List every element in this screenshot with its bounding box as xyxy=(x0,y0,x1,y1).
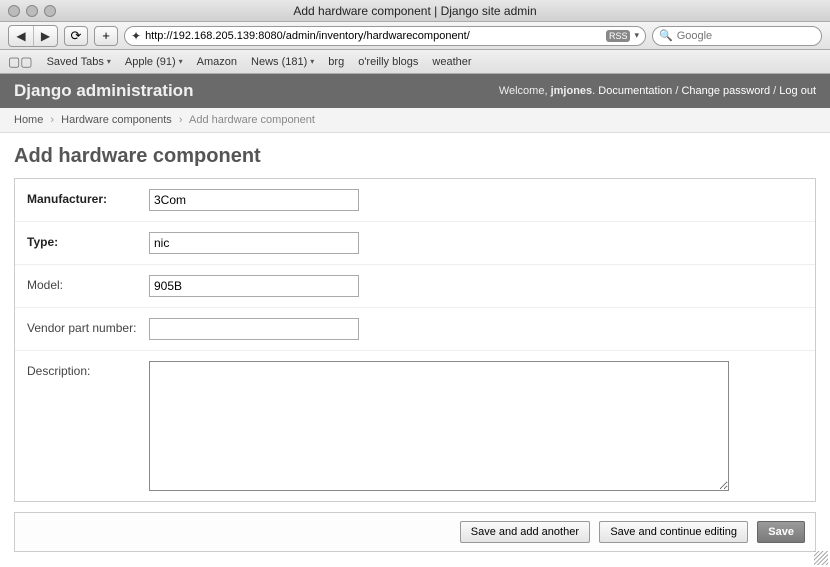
chevron-down-icon: ▾ xyxy=(107,57,111,66)
nav-buttons: ◀ ▶ xyxy=(8,25,58,47)
url-bar[interactable]: ✦ RSS ▾ xyxy=(124,26,646,46)
welcome-text: Welcome, xyxy=(499,85,551,97)
site-title: Django administration xyxy=(14,81,193,101)
window-resize-handle[interactable] xyxy=(814,551,828,565)
zoom-icon[interactable] xyxy=(44,5,56,17)
bookmark-amazon[interactable]: Amazon xyxy=(197,56,237,68)
save-button[interactable] xyxy=(757,521,805,543)
close-icon[interactable] xyxy=(8,5,20,17)
bookmark-weather[interactable]: weather xyxy=(432,56,471,68)
submit-row xyxy=(14,512,816,552)
input-type[interactable] xyxy=(149,232,359,254)
window-title: Add hardware component | Django site adm… xyxy=(8,4,822,18)
bookmark-label: Amazon xyxy=(197,56,237,68)
content-area: Add hardware component Manufacturer: Typ… xyxy=(0,133,830,564)
chevron-down-icon: ▾ xyxy=(179,57,183,66)
bookmark-label: Apple (91) xyxy=(125,56,176,68)
rss-badge[interactable]: RSS xyxy=(606,30,631,42)
bookmark-brg[interactable]: brg xyxy=(328,56,344,68)
logout-link[interactable]: Log out xyxy=(779,85,816,97)
browser-toolbar: ◀ ▶ ⟳ + ✦ RSS ▾ 🔍 xyxy=(0,22,830,50)
row-type: Type: xyxy=(15,222,815,265)
input-manufacturer[interactable] xyxy=(149,189,359,211)
reload-button[interactable]: ⟳ xyxy=(64,26,88,46)
row-model: Model: xyxy=(15,265,815,308)
username: jmjones xyxy=(551,85,593,97)
row-manufacturer: Manufacturer: xyxy=(15,179,815,222)
back-button[interactable]: ◀ xyxy=(9,26,33,46)
user-links: Welcome, jmjones. Documentation / Change… xyxy=(499,85,816,97)
search-bar[interactable]: 🔍 xyxy=(652,26,822,46)
save-add-another-button[interactable] xyxy=(460,521,590,543)
search-input[interactable] xyxy=(677,30,819,42)
save-continue-button[interactable] xyxy=(599,521,748,543)
breadcrumb-sep: › xyxy=(50,114,54,126)
bookmarks-bar: ▢▢ Saved Tabs▾ Apple (91)▾ Amazon News (… xyxy=(0,50,830,74)
input-description[interactable] xyxy=(149,361,729,491)
bookmark-label: Saved Tabs xyxy=(47,56,104,68)
bookmark-oreilly[interactable]: o'reilly blogs xyxy=(358,56,418,68)
bookmark-label: News (181) xyxy=(251,56,307,68)
row-vendor-part: Vendor part number: xyxy=(15,308,815,351)
add-bookmark-button[interactable]: + xyxy=(94,26,118,46)
documentation-link[interactable]: Documentation xyxy=(598,85,672,97)
window-titlebar: Add hardware component | Django site adm… xyxy=(0,0,830,22)
bookmark-apple[interactable]: Apple (91)▾ xyxy=(125,56,183,68)
bookmark-label: o'reilly blogs xyxy=(358,56,418,68)
bookmark-saved-tabs[interactable]: Saved Tabs▾ xyxy=(47,56,111,68)
minimize-icon[interactable] xyxy=(26,5,38,17)
breadcrumb: Home › Hardware components › Add hardwar… xyxy=(0,108,830,133)
label-type: Type: xyxy=(27,232,137,249)
breadcrumb-hardware-components[interactable]: Hardware components xyxy=(61,114,172,126)
bookmark-label: weather xyxy=(432,56,471,68)
bookmark-news[interactable]: News (181)▾ xyxy=(251,56,314,68)
traffic-lights xyxy=(8,5,56,17)
url-input[interactable] xyxy=(145,30,602,42)
label-description: Description: xyxy=(27,361,137,378)
breadcrumb-home[interactable]: Home xyxy=(14,114,43,126)
chevron-down-icon: ▾ xyxy=(310,57,314,66)
bookmarks-menu-icon[interactable]: ▢▢ xyxy=(8,54,33,70)
change-password-link[interactable]: Change password xyxy=(681,85,770,97)
breadcrumb-current: Add hardware component xyxy=(189,114,315,126)
django-header: Django administration Welcome, jmjones. … xyxy=(0,74,830,108)
url-history-icon[interactable]: ▾ xyxy=(634,30,639,41)
site-icon: ✦ xyxy=(131,29,141,43)
label-model: Model: xyxy=(27,275,137,292)
search-icon: 🔍 xyxy=(659,29,673,42)
bookmark-label: brg xyxy=(328,56,344,68)
label-manufacturer: Manufacturer: xyxy=(27,189,137,206)
row-description: Description: xyxy=(15,351,815,501)
form-module: Manufacturer: Type: Model: Vendor part n… xyxy=(14,178,816,502)
label-vendor-part: Vendor part number: xyxy=(27,318,137,335)
breadcrumb-sep: › xyxy=(179,114,183,126)
page-title: Add hardware component xyxy=(14,145,816,168)
input-model[interactable] xyxy=(149,275,359,297)
input-vendor-part[interactable] xyxy=(149,318,359,340)
forward-button[interactable]: ▶ xyxy=(33,26,57,46)
